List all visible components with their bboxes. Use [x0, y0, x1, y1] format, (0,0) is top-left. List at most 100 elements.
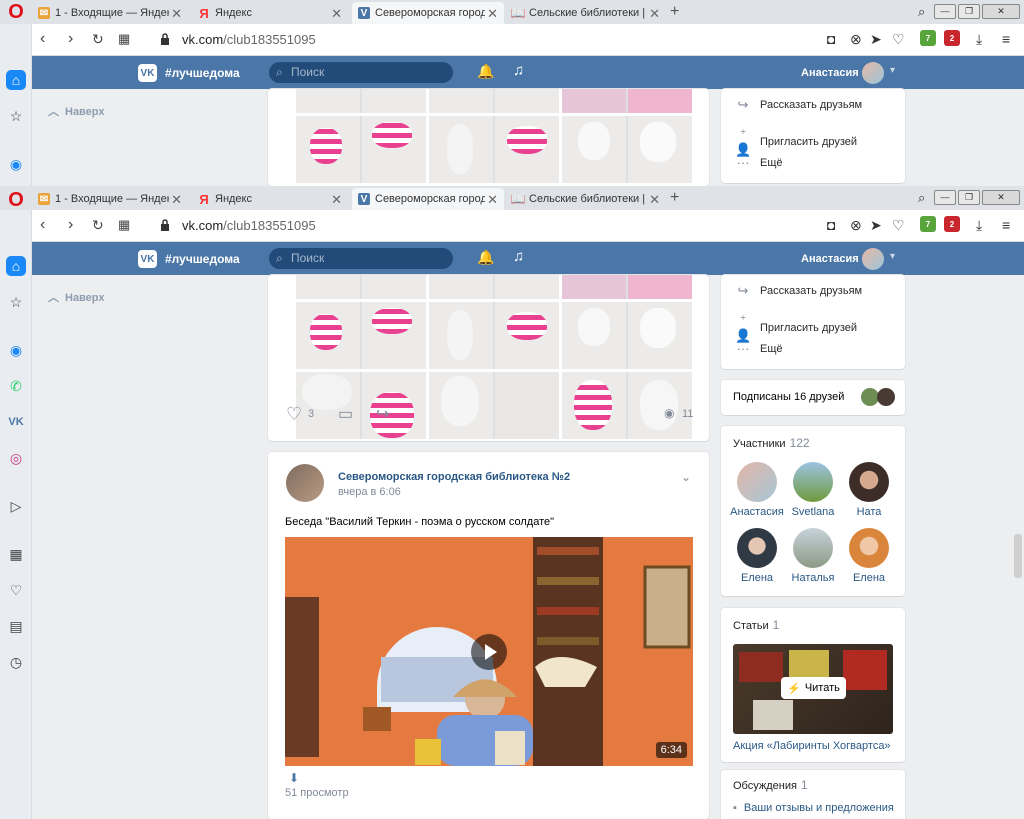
- photo-thumb[interactable]: [296, 116, 426, 183]
- back-icon[interactable]: ‹: [40, 31, 45, 47]
- send-icon[interactable]: ➤: [870, 217, 882, 234]
- close-window-button[interactable]: ✕: [982, 189, 1020, 205]
- friends-subscribed-card[interactable]: Подписаны 16 друзей: [721, 380, 905, 415]
- vk-logo-icon[interactable]: VK: [138, 64, 157, 82]
- tab-mail[interactable]: ✉ 1 - Входящие — Яндекс.По✕: [32, 188, 188, 210]
- chevron-down-icon[interactable]: ▾: [890, 65, 895, 76]
- vk-sidebar-icon[interactable]: VK: [6, 412, 26, 432]
- extension-green-icon[interactable]: 7: [920, 216, 936, 232]
- photo-thumb[interactable]: [429, 89, 559, 113]
- invite-friends-link[interactable]: ⁺👤 Пригласить друзей: [735, 312, 857, 344]
- close-tab-icon[interactable]: ✕: [649, 6, 660, 22]
- tab-vk-library[interactable]: V Североморская городская✕: [352, 188, 504, 210]
- photo-thumb[interactable]: [562, 275, 692, 299]
- close-tab-icon[interactable]: ✕: [487, 6, 498, 22]
- members-header[interactable]: Участники 122: [733, 436, 810, 450]
- comment-icon[interactable]: ▭: [338, 404, 353, 424]
- tab-mail[interactable]: ✉ 1 - Входящие — Яндекс.По✕: [32, 2, 188, 24]
- adblock-icon[interactable]: 2: [944, 30, 960, 46]
- community-avatar[interactable]: [286, 464, 324, 502]
- minimize-button[interactable]: —: [934, 189, 956, 205]
- vk-search-input[interactable]: ⌕ Поиск: [269, 62, 453, 83]
- close-tab-icon[interactable]: ✕: [649, 192, 660, 208]
- reload-icon[interactable]: ↻: [92, 217, 104, 233]
- block-icon[interactable]: ⊗: [850, 217, 862, 234]
- user-name[interactable]: Анастасия: [801, 67, 859, 79]
- photo-thumb[interactable]: [296, 275, 426, 299]
- news-icon[interactable]: ▤: [6, 616, 26, 636]
- download-arrow-icon[interactable]: ⬇: [289, 771, 299, 785]
- adblock-icon[interactable]: 2: [944, 216, 960, 232]
- close-window-button[interactable]: ✕: [982, 3, 1020, 19]
- photo-thumb[interactable]: [562, 302, 692, 369]
- tab-vk-library[interactable]: V Североморская городск✕: [352, 2, 504, 24]
- restore-button[interactable]: ❐: [958, 189, 980, 205]
- back-icon[interactable]: ‹: [40, 217, 45, 233]
- tab-yandex[interactable]: Я Яндекс ✕: [192, 2, 348, 24]
- invite-friends-link[interactable]: ⁺👤 Пригласить друзей: [735, 126, 857, 158]
- new-tab-button[interactable]: +: [670, 3, 679, 21]
- restore-button[interactable]: ❐: [958, 3, 980, 19]
- photo-thumb[interactable]: [296, 302, 426, 369]
- video-player[interactable]: 6:34: [285, 537, 693, 766]
- music-icon[interactable]: ♫: [513, 62, 524, 79]
- articles-header[interactable]: Статьи 1: [733, 618, 779, 632]
- back-to-top-link[interactable]: ︿ Наверх: [48, 103, 111, 119]
- tell-friends-link[interactable]: ↪ Рассказать друзьям: [735, 97, 863, 113]
- avatar[interactable]: [862, 248, 884, 270]
- heart-icon[interactable]: ♡: [892, 31, 905, 48]
- tab-village-libraries[interactable]: 📖 Сельские библиотеки | МЕ✕: [506, 188, 666, 210]
- whatsapp-icon[interactable]: ✆: [6, 376, 26, 396]
- instagram-icon[interactable]: ◎: [6, 448, 26, 468]
- home-icon[interactable]: ⌂: [6, 70, 26, 90]
- like-icon[interactable]: ♡: [286, 404, 302, 425]
- read-button[interactable]: ⚡ Читать: [781, 677, 846, 699]
- tab-search-icon[interactable]: ⌕: [918, 4, 925, 20]
- more-link[interactable]: ··· Ещё: [735, 155, 783, 170]
- member-elena[interactable]: Елена: [727, 528, 787, 584]
- avatar[interactable]: [862, 62, 884, 84]
- speed-dial-icon[interactable]: ▦: [118, 31, 130, 47]
- reload-icon[interactable]: ↻: [92, 31, 104, 47]
- close-tab-icon[interactable]: ✕: [331, 192, 342, 208]
- new-tab-button[interactable]: +: [670, 189, 679, 207]
- tab-search-icon[interactable]: ⌕: [918, 190, 925, 206]
- forward-icon[interactable]: ›: [68, 217, 73, 233]
- minimize-button[interactable]: —: [934, 3, 956, 19]
- notifications-icon[interactable]: 🔔: [477, 63, 494, 80]
- member-nata[interactable]: Ната: [839, 462, 899, 518]
- menu-icon[interactable]: ≡: [1002, 31, 1010, 47]
- close-tab-icon[interactable]: ✕: [171, 6, 182, 22]
- url-field[interactable]: vk.com/club183551095: [182, 32, 316, 47]
- messenger-icon[interactable]: ◉: [6, 340, 26, 360]
- tab-village-libraries[interactable]: 📖 Сельские библиотеки | МЕ✕: [506, 2, 666, 24]
- notifications-icon[interactable]: 🔔: [477, 249, 494, 266]
- heart-icon[interactable]: ♡: [6, 580, 26, 600]
- block-icon[interactable]: ⊗: [850, 31, 862, 48]
- post-menu-chevron-icon[interactable]: ⌄: [681, 470, 691, 484]
- send-icon[interactable]: ➤: [870, 31, 882, 48]
- download-icon[interactable]: ⤓: [976, 217, 982, 234]
- back-to-top-link[interactable]: ︿ Наверх: [48, 289, 111, 305]
- article-cover[interactable]: ⚡ Читать: [733, 644, 893, 734]
- close-tab-icon[interactable]: ✕: [331, 6, 342, 22]
- camera-icon[interactable]: ◘: [827, 217, 835, 233]
- post-time[interactable]: вчера в 6:06: [338, 486, 401, 498]
- user-name[interactable]: Анастасия: [801, 253, 859, 265]
- menu-icon[interactable]: ≡: [1002, 217, 1010, 233]
- opera-logo[interactable]: O: [6, 2, 26, 22]
- photo-thumb[interactable]: [296, 89, 426, 113]
- extension-green-icon[interactable]: 7: [920, 30, 936, 46]
- share-icon[interactable]: ↪: [376, 404, 389, 424]
- photo-thumb[interactable]: [429, 116, 559, 183]
- history-icon[interactable]: ◷: [6, 652, 26, 672]
- discussions-header[interactable]: Обсуждения 1: [733, 778, 808, 792]
- page-scrollbar[interactable]: [1014, 534, 1022, 578]
- discussion-topic-link[interactable]: ▪ Ваши отзывы и предложения: [733, 802, 894, 814]
- url-field[interactable]: vk.com/club183551095: [182, 218, 316, 233]
- home-icon[interactable]: ⌂: [6, 256, 26, 276]
- more-link[interactable]: ··· Ещё: [735, 341, 783, 356]
- play-icon[interactable]: [471, 634, 507, 670]
- photo-thumb[interactable]: [562, 116, 692, 183]
- grid-icon[interactable]: ▦: [6, 544, 26, 564]
